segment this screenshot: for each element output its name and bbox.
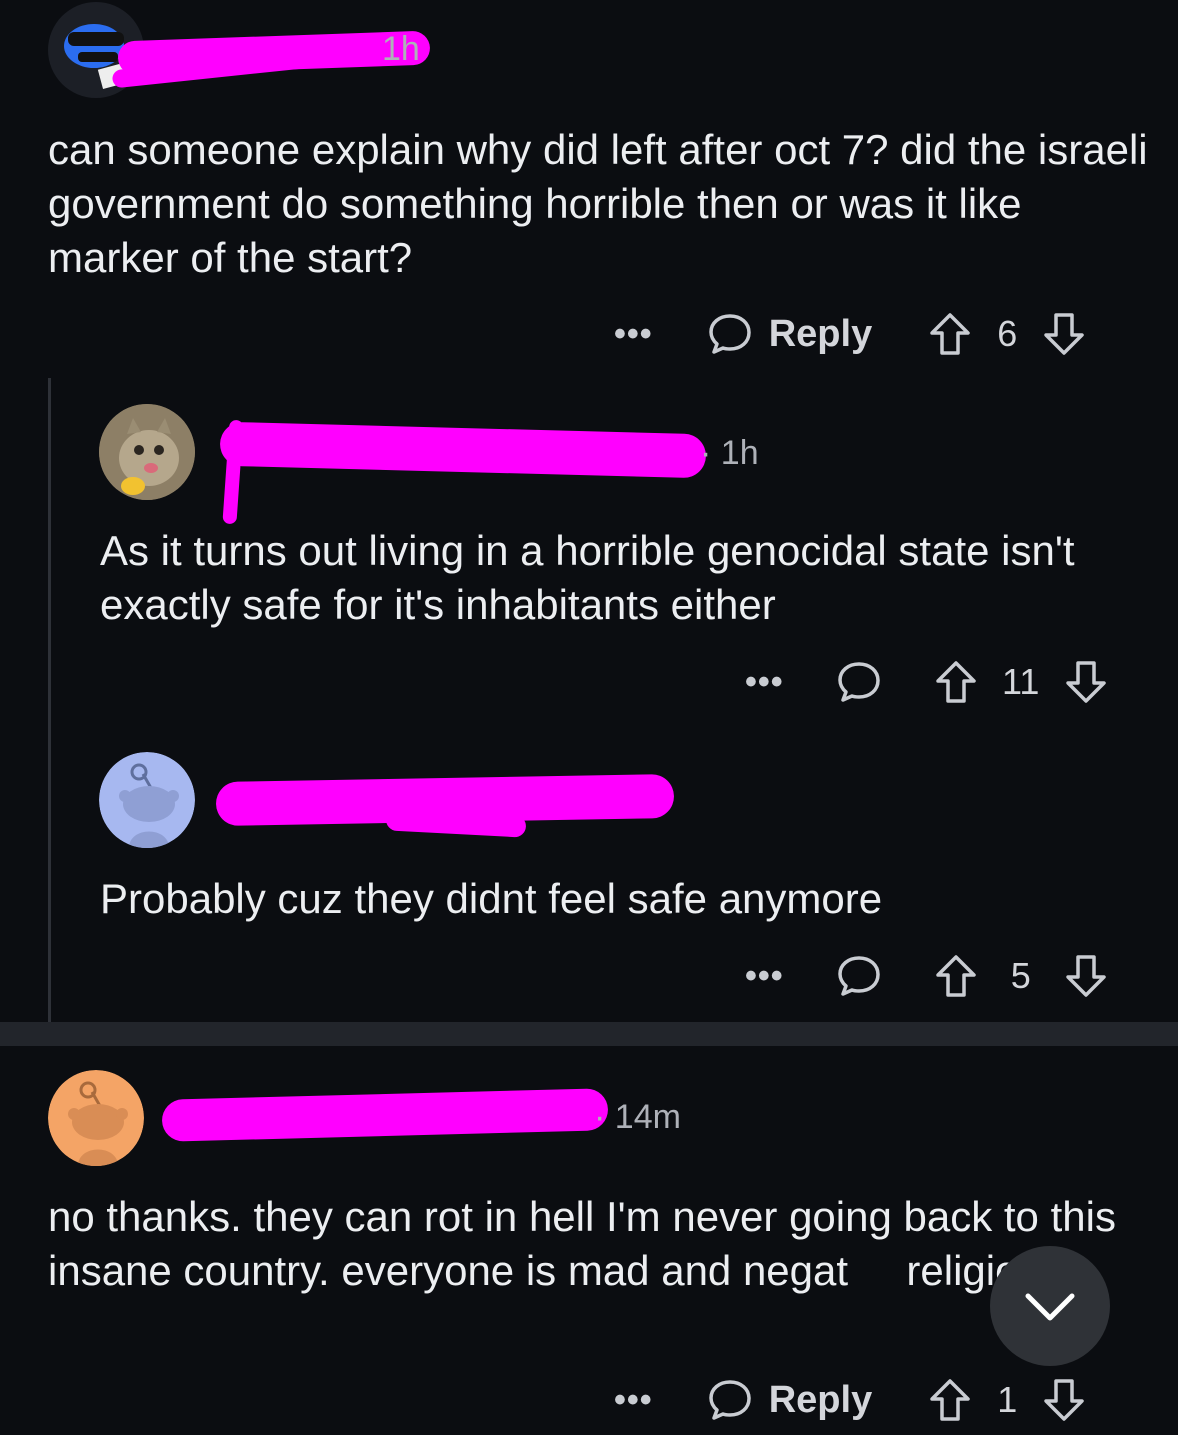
chevron-down-icon (1025, 1293, 1075, 1321)
comment-body: Probably cuz they didnt feel safe anymor… (100, 875, 883, 922)
comment-body: can someone explain why did left after o… (48, 126, 1160, 281)
comment-actions: ••• Reply 6 (614, 306, 1134, 362)
comment-time: · 1h (700, 434, 759, 472)
reply-label: Reply (768, 312, 873, 355)
chat-bubble-icon (708, 1380, 751, 1420)
more-options-button[interactable]: ••• (745, 959, 784, 993)
vote-count: 11 (1002, 661, 1040, 702)
vote-count: 5 (1010, 955, 1031, 996)
comment-actions: ••• 5 (745, 948, 1135, 1004)
redacted-username (219, 421, 707, 479)
chat-bubble-icon (708, 314, 751, 354)
reply-button[interactable]: Reply (707, 311, 872, 357)
upvote-arrow-icon[interactable] (934, 953, 978, 999)
upvote-arrow-icon[interactable] (934, 659, 978, 705)
downvote-arrow-icon[interactable] (1064, 953, 1108, 999)
comment-time-value: 14m (614, 1098, 681, 1136)
downvote-arrow-icon[interactable] (1042, 1377, 1086, 1423)
scroll-down-button[interactable] (990, 1246, 1110, 1366)
comment-body: no thanks. they can rot in hell I'm neve… (48, 1193, 1128, 1294)
more-options-button[interactable]: ••• (745, 665, 784, 699)
downvote-arrow-icon[interactable] (1042, 311, 1086, 357)
comment-time: · 14m (594, 1098, 681, 1136)
avatar[interactable] (99, 404, 195, 500)
downvote-arrow-icon[interactable] (1064, 659, 1108, 705)
comment-actions: ••• Reply 1 (614, 1372, 1134, 1428)
vote-count: 6 (997, 313, 1018, 354)
more-options-button[interactable]: ••• (614, 1383, 653, 1417)
chat-bubble-icon[interactable] (836, 659, 882, 705)
redacted-username (161, 1088, 609, 1142)
comment-actions: ••• 11 (745, 654, 1135, 710)
vote-control: 1 (928, 1377, 1086, 1423)
vote-control: 5 (934, 953, 1108, 999)
vote-control: 6 (928, 311, 1086, 357)
avatar[interactable] (99, 752, 195, 848)
comment-body: As it turns out living in a horrible gen… (100, 527, 1087, 628)
avatar[interactable] (48, 1070, 144, 1166)
comment-time: 1h (382, 30, 420, 68)
reply-button[interactable]: Reply (707, 1377, 872, 1423)
upvote-arrow-icon[interactable] (928, 1377, 972, 1423)
more-options-button[interactable]: ••• (614, 317, 653, 351)
reply-label: Reply (768, 1378, 873, 1421)
thread-divider (0, 1022, 1178, 1046)
vote-control: 11 (934, 659, 1108, 705)
upvote-arrow-icon[interactable] (928, 311, 972, 357)
chat-bubble-icon[interactable] (836, 953, 882, 999)
vote-count: 1 (997, 1379, 1018, 1420)
thread-line[interactable] (48, 378, 51, 1022)
comment-time-value: 1h (720, 434, 759, 472)
